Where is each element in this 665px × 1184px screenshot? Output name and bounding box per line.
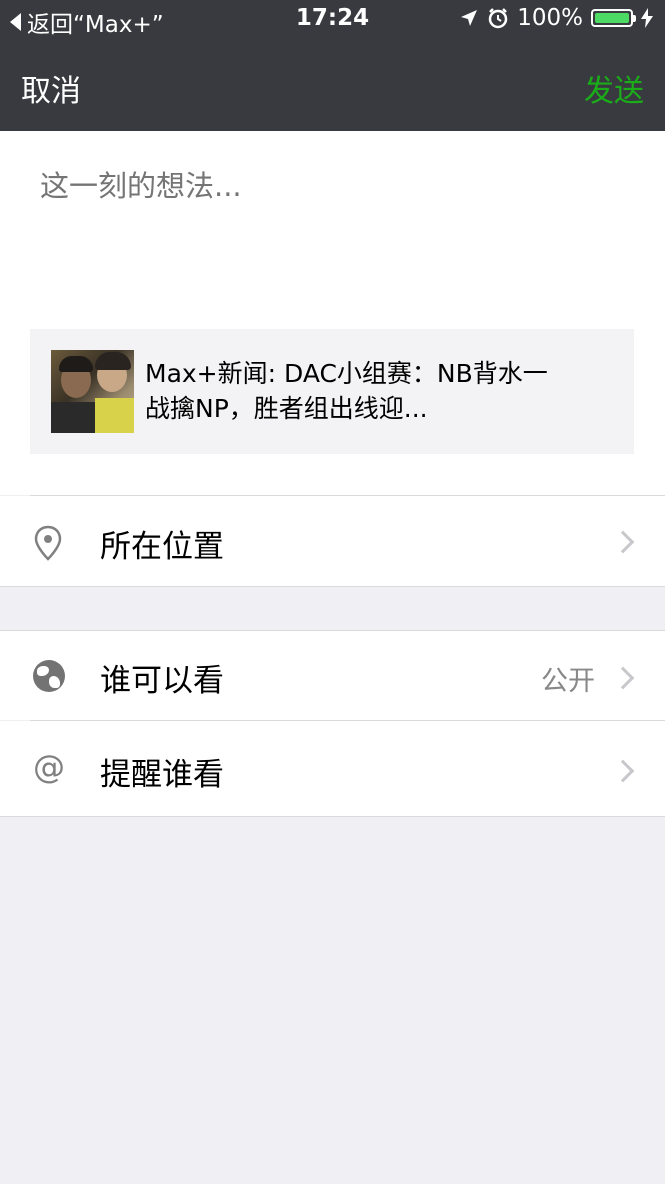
send-button[interactable]: 发送: [584, 66, 644, 110]
at-icon: @: [33, 748, 65, 786]
nav-bar: 取消 发送: [0, 60, 665, 116]
shared-link-card[interactable]: Max+新闻: DAC小组赛：NB背水一战擒NP，胜者组出线迎...: [30, 329, 634, 454]
location-pin-icon: [34, 525, 62, 561]
link-card-title: Max+新闻: DAC小组赛：NB背水一战擒NP，胜者组出线迎...: [145, 359, 548, 423]
compose-area: Max+新闻: DAC小组赛：NB背水一战擒NP，胜者组出线迎...: [0, 131, 665, 495]
alarm-icon: [488, 8, 508, 29]
mention-row[interactable]: @ 提醒谁看: [0, 721, 665, 816]
location-arrow-icon: [461, 10, 478, 26]
status-bar: 返回“Max+” 17:24 100%: [0, 0, 665, 40]
visibility-value: 公开: [541, 666, 595, 697]
status-right: 100%: [459, 5, 653, 31]
location-row[interactable]: 所在位置: [0, 496, 665, 586]
divider: [0, 816, 665, 817]
battery-icon: [591, 9, 636, 27]
visibility-row[interactable]: 谁可以看 公开: [0, 631, 665, 720]
link-thumbnail: [51, 350, 134, 433]
chevron-right-icon: [611, 530, 635, 554]
charging-icon: [641, 8, 653, 28]
globe-icon: [33, 660, 65, 692]
battery-percent: 100%: [517, 5, 583, 31]
mention-label: 提醒谁看: [100, 757, 224, 793]
divider: [0, 586, 665, 587]
location-label: 所在位置: [100, 529, 224, 565]
cancel-button[interactable]: 取消: [21, 66, 81, 110]
thought-input[interactable]: [40, 169, 620, 203]
visibility-label: 谁可以看: [100, 663, 224, 699]
chevron-right-icon: [611, 759, 635, 783]
chevron-right-icon: [611, 666, 635, 690]
header: 返回“Max+” 17:24 100% 取消 发送: [0, 0, 665, 131]
